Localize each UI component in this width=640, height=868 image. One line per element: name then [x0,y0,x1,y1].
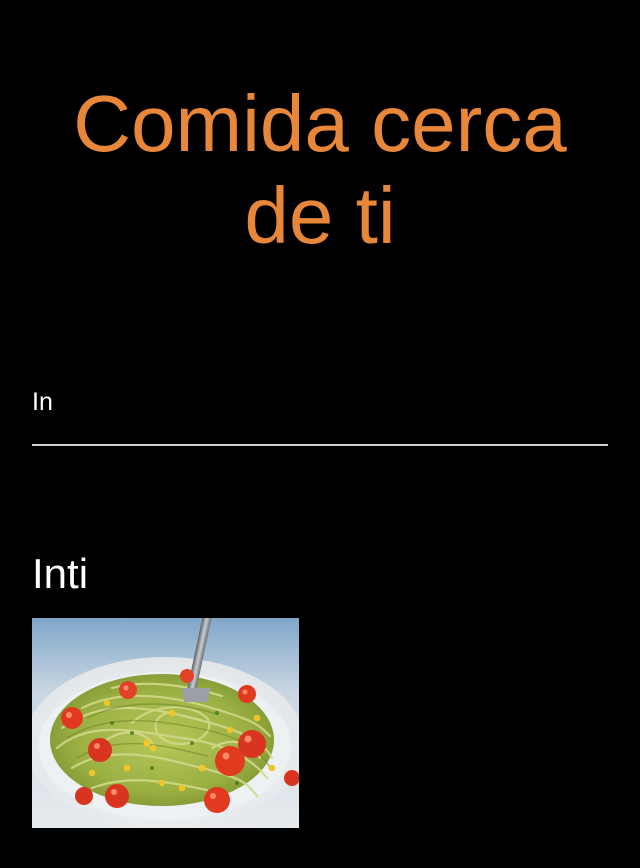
search-underline [32,444,608,446]
screen: Comida cerca de ti Inti [0,0,640,868]
restaurant-name: Inti [32,550,89,597]
search-field [32,376,608,446]
page-title-line-2: de ti [244,171,396,260]
page-title-line-1: Comida cerca [73,79,567,168]
restaurant-image[interactable] [32,618,299,828]
page-title: Comida cerca de ti [0,78,640,262]
restaurant-result[interactable]: Inti [32,548,432,828]
search-input[interactable] [32,376,608,444]
